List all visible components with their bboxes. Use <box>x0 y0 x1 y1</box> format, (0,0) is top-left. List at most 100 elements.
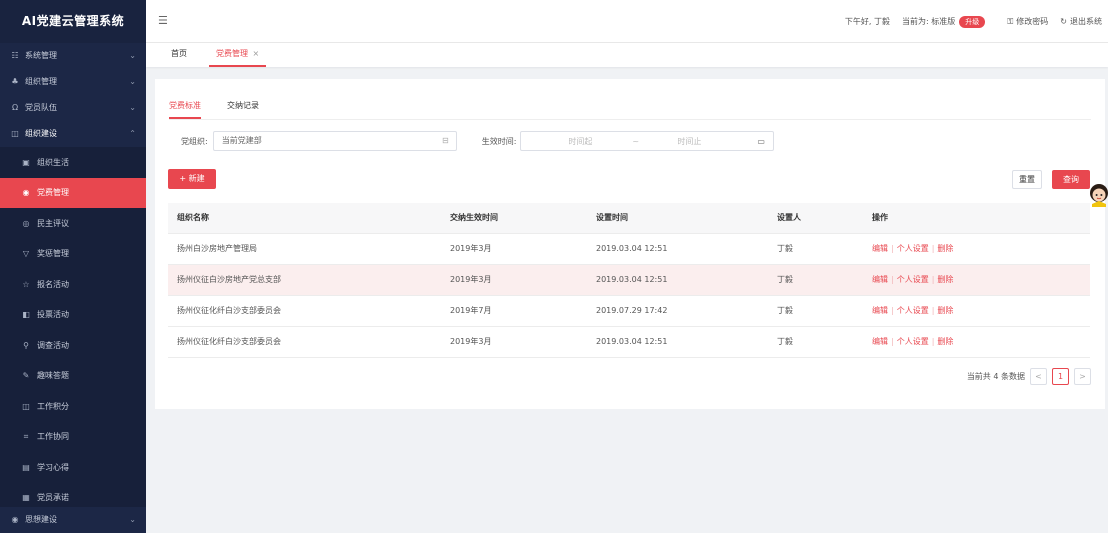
sidebar-subitem[interactable]: ◉ 党费管理 <box>0 177 146 208</box>
time-filter-label: 生效时间: <box>481 136 517 146</box>
cell-actions: 编辑 | 个人设置 | 删除 <box>872 234 953 264</box>
sidebar-subitem[interactable]: ✎ 趣味答题 <box>0 360 146 391</box>
cell-setter: 丁毅 <box>777 244 793 253</box>
personal-settings-link[interactable]: 个人设置 <box>897 275 929 284</box>
sidebar-subitem[interactable]: ☆ 报名活动 <box>0 269 146 300</box>
chevron-icon: ⌄ <box>129 515 136 524</box>
chevron-icon: ⌄ <box>129 77 136 86</box>
cell-set-time: 2019.07.29 17:42 <box>596 306 668 315</box>
logout-link[interactable]: ↻ 退出系统 <box>1060 16 1102 27</box>
sidebar-subitem-label: 党费管理 <box>37 188 69 198</box>
cell-setter: 丁毅 <box>777 306 793 315</box>
org-select[interactable]: 当前党建部 ⊟ <box>212 131 457 151</box>
page-number-button[interactable]: 1 <box>1052 368 1069 385</box>
assistant-avatar-icon[interactable] <box>1089 183 1108 207</box>
tab-home-label: 首页 <box>171 49 187 58</box>
table-row: 扬州白沙房地产管理局 2019年3月 2019.03.04 12:51 丁毅 编辑 | 个人… <box>168 234 1090 265</box>
vote-icon: ◧ <box>22 310 30 320</box>
cell-set-time: 2019.03.04 12:51 <box>596 337 668 346</box>
upgrade-badge[interactable]: 升级 <box>959 15 986 28</box>
fee-icon: ◉ <box>22 188 30 198</box>
sidebar-subitem-label: 工作积分 <box>37 401 69 411</box>
sidebar-item[interactable]: ♣ 组织管理 ⌄ <box>0 69 146 95</box>
user-icon: Ω <box>11 103 19 112</box>
end-date-placeholder: 时间止 <box>677 136 702 146</box>
tab-fee-label: 党费管理 <box>216 49 248 58</box>
change-password-link[interactable]: ⚿ 修改密码 <box>1007 16 1048 27</box>
cell-setter: 丁毅 <box>777 275 793 284</box>
sidebar-subitem[interactable]: ◧ 投票活动 <box>0 299 146 330</box>
personal-settings-link[interactable]: 个人设置 <box>897 337 929 346</box>
fee-table: 组织名称 交纳生效时间 设置时间 设置人 操作 扬州白沙房地产管理局 2019年3… <box>168 203 1090 358</box>
tab-fee-management[interactable]: 党费管理 × <box>209 43 267 67</box>
delete-link[interactable]: 删除 <box>937 275 953 284</box>
col-setter: 设置人 <box>777 213 801 222</box>
date-range-picker[interactable]: 时间起 ~ 时间止 ▭ <box>520 131 775 151</box>
award-icon: ▽ <box>22 249 30 259</box>
col-set-time: 设置时间 <box>596 213 628 222</box>
sidebar-subitem[interactable]: ▣ 组织生活 <box>0 147 146 178</box>
sidebar-item-label: 系统管理 <box>25 51 57 60</box>
sidebar-subitem[interactable]: ⌗ 工作协同 <box>0 421 146 452</box>
sidebar-subitem[interactable]: ⚲ 调查活动 <box>0 330 146 361</box>
sidebar-subitem[interactable]: ◎ 民主评议 <box>0 208 146 239</box>
cell-effective-time: 2019年3月 <box>450 337 492 346</box>
col-actions: 操作 <box>872 213 888 222</box>
sidebar-item-label: 党员队伍 <box>25 103 57 112</box>
sidebar-item[interactable]: ☷ 系统管理 ⌄ <box>0 43 146 69</box>
sidebar-subitem-label: 学习心得 <box>37 462 69 472</box>
tab-home[interactable]: 首页 <box>171 43 187 67</box>
table-header: 组织名称 交纳生效时间 设置时间 设置人 操作 <box>168 203 1090 234</box>
content-card: 党费标准 交纳记录 党组织: 当前党建部 ⊟ 生效时间: 时间起 ~ 时间止 ▭… <box>155 79 1105 409</box>
edit-link[interactable]: 编辑 <box>872 244 888 253</box>
subtab-payment-records[interactable]: 交纳记录 <box>227 97 259 119</box>
sidebar-subitem-label: 报名活动 <box>37 279 69 289</box>
next-page-button[interactable]: > <box>1074 368 1091 385</box>
prev-page-button[interactable]: < <box>1030 368 1047 385</box>
delete-link[interactable]: 删除 <box>937 244 953 253</box>
personal-settings-link[interactable]: 个人设置 <box>897 306 929 315</box>
cell-effective-time: 2019年3月 <box>450 275 492 284</box>
filter-row: 党组织: 当前党建部 ⊟ 生效时间: 时间起 ~ 时间止 ▭ <box>181 131 775 151</box>
idea-icon: ◉ <box>11 515 19 524</box>
sidebar-subitem[interactable]: ▽ 奖惩管理 <box>0 238 146 269</box>
sidebar-subitem[interactable]: ▤ 学习心得 <box>0 452 146 483</box>
edit-link[interactable]: 编辑 <box>872 275 888 284</box>
cell-org-name: 扬州白沙房地产管理局 <box>177 244 257 253</box>
table-row: 扬州仪征化纤白沙支部委员会 2019年7月 2019.07.29 17:42 丁毅 编辑… <box>168 296 1090 327</box>
chevron-icon: ⌄ <box>129 51 136 60</box>
cell-org-name: 扬州仪征化纤白沙支部委员会 <box>177 337 281 346</box>
cell-actions: 编辑 | 个人设置 | 删除 <box>872 265 953 295</box>
sidebar-item[interactable]: ◉ 思想建设 ⌄ <box>0 507 146 533</box>
edit-link[interactable]: 编辑 <box>872 306 888 315</box>
pagination: 当前共 4 条数据 < 1 > <box>967 368 1091 385</box>
separator: | <box>931 306 935 315</box>
query-button[interactable]: 查询 <box>1052 170 1090 189</box>
sidebar-subitem[interactable]: ◫ 工作积分 <box>0 391 146 422</box>
table-row: 扬州仪征白沙房地产党总支部 2019年3月 2019.03.04 12:51 丁毅 编辑… <box>168 265 1090 296</box>
cell-set-time: 2019.03.04 12:51 <box>596 244 668 253</box>
cell-setter: 丁毅 <box>777 337 793 346</box>
new-button[interactable]: + 新建 <box>168 169 216 189</box>
org-filter-label: 党组织: <box>181 136 208 146</box>
sidebar-item[interactable]: ◫ 组织建设 ⌃ <box>0 121 146 147</box>
sidebar-item-label: 组织管理 <box>25 77 57 86</box>
personal-settings-link[interactable]: 个人设置 <box>897 244 929 253</box>
delete-link[interactable]: 删除 <box>937 306 953 315</box>
edit-link[interactable]: 编辑 <box>872 337 888 346</box>
delete-link[interactable]: 删除 <box>937 337 953 346</box>
org-select-value: 当前党建部 <box>221 136 262 145</box>
separator: | <box>891 306 894 315</box>
chevron-icon: ⌃ <box>129 129 136 138</box>
menu-fold-icon[interactable]: ☰ <box>158 14 168 27</box>
subtab-fee-standard[interactable]: 党费标准 <box>169 97 201 119</box>
version-text: 当前为: 标准版 <box>901 17 956 26</box>
lock-icon: ⚿ <box>1007 16 1014 26</box>
sidebar-item[interactable]: Ω 党员队伍 ⌄ <box>0 95 146 121</box>
cell-effective-time: 2019年7月 <box>450 306 492 315</box>
reset-button[interactable]: 重置 <box>1012 170 1042 189</box>
start-date-placeholder: 时间起 <box>568 136 593 146</box>
building-icon: ◫ <box>11 129 19 138</box>
logout-label: 退出系统 <box>1070 17 1102 26</box>
close-icon[interactable]: × <box>253 49 260 58</box>
